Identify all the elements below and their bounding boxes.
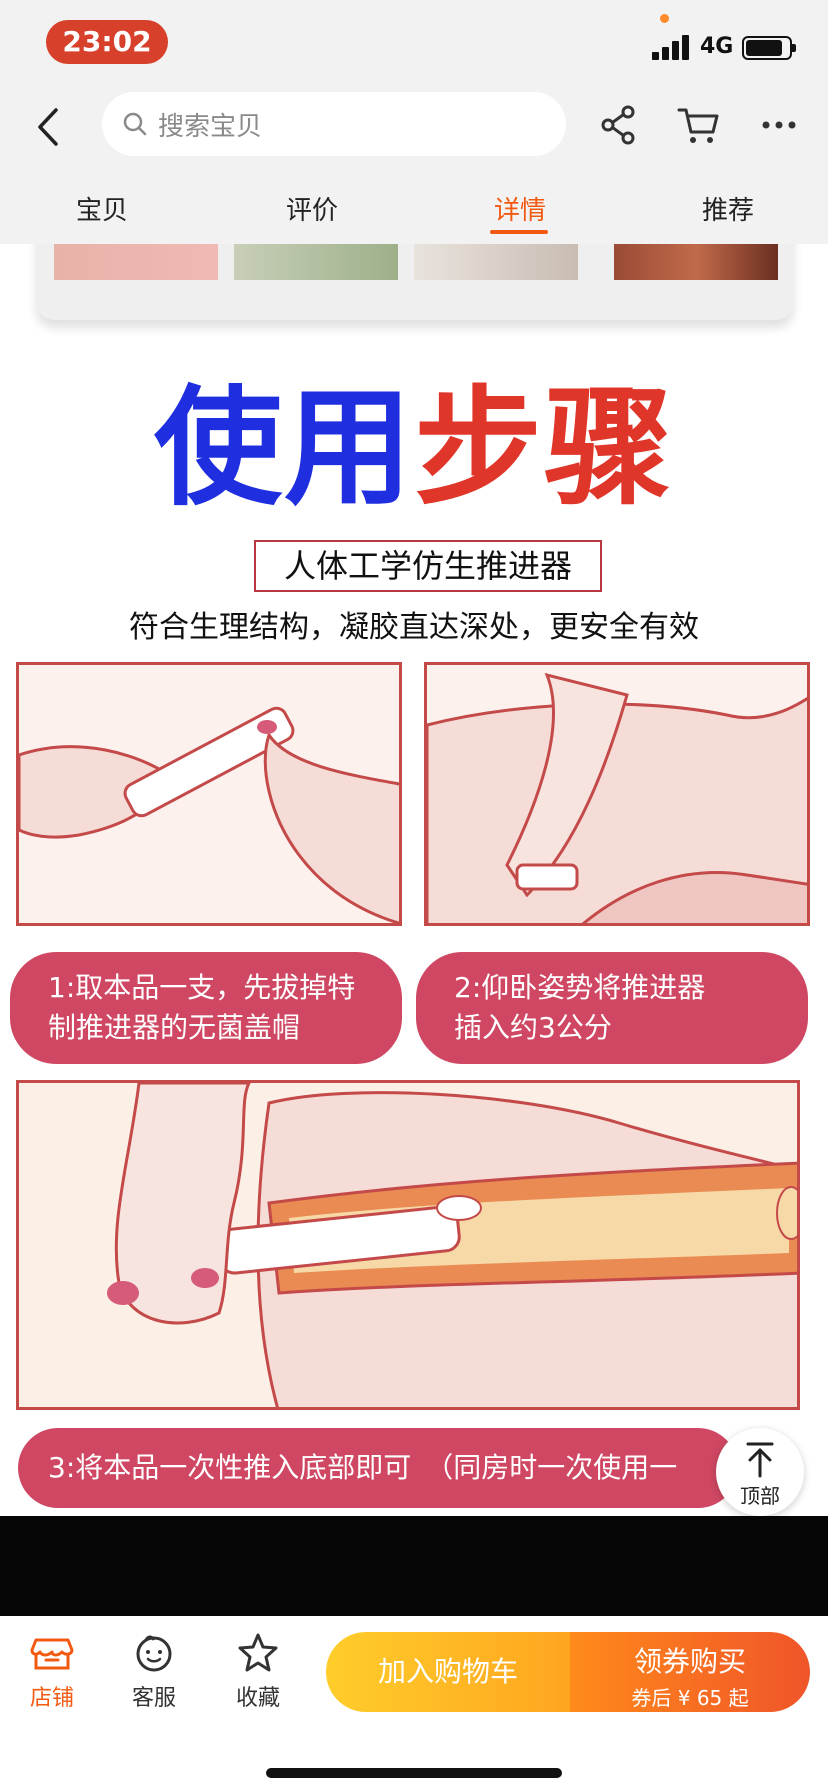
buy-price: 券后 ¥ 65 起 bbox=[631, 1686, 749, 1710]
more-button[interactable] bbox=[754, 100, 804, 150]
network-type: 4G bbox=[700, 34, 734, 59]
tab-details[interactable]: 详情 bbox=[460, 190, 580, 227]
page: 23:02 4G 搜索宝贝 宝贝 评价 详情 推荐 使用步骤 人体工学仿生推进器… bbox=[0, 0, 828, 1792]
status-time: 23:02 bbox=[46, 20, 168, 64]
dark-image-section bbox=[0, 1516, 828, 1616]
home-indicator bbox=[266, 1768, 562, 1778]
signal-icon bbox=[652, 34, 692, 60]
store-icon bbox=[30, 1638, 74, 1670]
cart-button[interactable] bbox=[674, 100, 724, 150]
chevron-left-icon bbox=[38, 108, 58, 146]
usage-steps-title: 使用步骤 bbox=[153, 374, 675, 523]
thumbnail-1[interactable] bbox=[54, 244, 218, 280]
favorite-button[interactable]: 收藏 bbox=[218, 1632, 298, 1712]
shop-label: 店铺 bbox=[29, 1686, 74, 1711]
more-icon bbox=[762, 121, 796, 129]
favorite-label: 收藏 bbox=[235, 1686, 280, 1711]
customer-service-icon bbox=[136, 1635, 172, 1672]
scroll-to-top-label: 顶部 bbox=[740, 1484, 780, 1508]
search-placeholder: 搜索宝贝 bbox=[158, 111, 263, 142]
tab-bar: 宝贝 评价 详情 推荐 bbox=[0, 168, 828, 244]
battery-icon bbox=[742, 36, 796, 60]
scroll-to-top-button[interactable]: 顶部 bbox=[716, 1428, 804, 1516]
back-button[interactable] bbox=[30, 102, 70, 152]
tab-item[interactable]: 宝贝 bbox=[42, 190, 162, 227]
active-tab-indicator bbox=[490, 230, 548, 234]
customer-service-button[interactable]: 客服 bbox=[114, 1632, 194, 1712]
thumbnail-3[interactable] bbox=[414, 244, 578, 280]
share-button[interactable] bbox=[594, 100, 644, 150]
step3-label: 3:将本品一次性推入底部即可 （同房时一次使用一 bbox=[18, 1428, 738, 1508]
bottom-action-bar: 店铺 客服 收藏 加入购物车 领券购买 券后 ¥ 65 起 bbox=[0, 1616, 828, 1792]
shop-button[interactable]: 店铺 bbox=[12, 1632, 92, 1712]
step2-label: 2:仰卧姿势将推进器 插入约3公分 bbox=[416, 952, 808, 1064]
buy-label: 领券购买 bbox=[633, 1645, 746, 1678]
thumbnail-4[interactable] bbox=[614, 244, 778, 280]
thumbnail-2[interactable] bbox=[234, 244, 398, 280]
step1-label: 1:取本品一支，先拔掉特 制推进器的无菌盖帽 bbox=[10, 952, 402, 1064]
arrow-up-icon bbox=[746, 1442, 774, 1478]
recording-dot bbox=[660, 14, 669, 23]
tab-review[interactable]: 评价 bbox=[252, 190, 372, 227]
add-to-cart-button[interactable]: 加入购物车 bbox=[326, 1632, 570, 1712]
nav-bar: 搜索宝贝 bbox=[0, 88, 828, 168]
tab-recommend[interactable]: 推荐 bbox=[668, 190, 788, 227]
step1-illustration bbox=[16, 662, 402, 926]
subtitle-description: 符合生理结构，凝胶直达深处，更安全有效 bbox=[129, 610, 699, 645]
cart-icon bbox=[677, 108, 719, 143]
search-input[interactable]: 搜索宝贝 bbox=[102, 92, 566, 156]
buy-with-coupon-button[interactable]: 领券购买 券后 ¥ 65 起 bbox=[570, 1632, 810, 1712]
status-bar: 23:02 4G bbox=[0, 0, 828, 88]
subtitle-box: 人体工学仿生推进器 bbox=[254, 540, 602, 592]
star-icon bbox=[238, 1633, 278, 1672]
step2-illustration bbox=[424, 662, 810, 926]
search-icon bbox=[123, 112, 147, 136]
share-icon bbox=[601, 105, 635, 145]
customer-service-label: 客服 bbox=[131, 1686, 176, 1711]
step3-illustration bbox=[16, 1080, 800, 1410]
